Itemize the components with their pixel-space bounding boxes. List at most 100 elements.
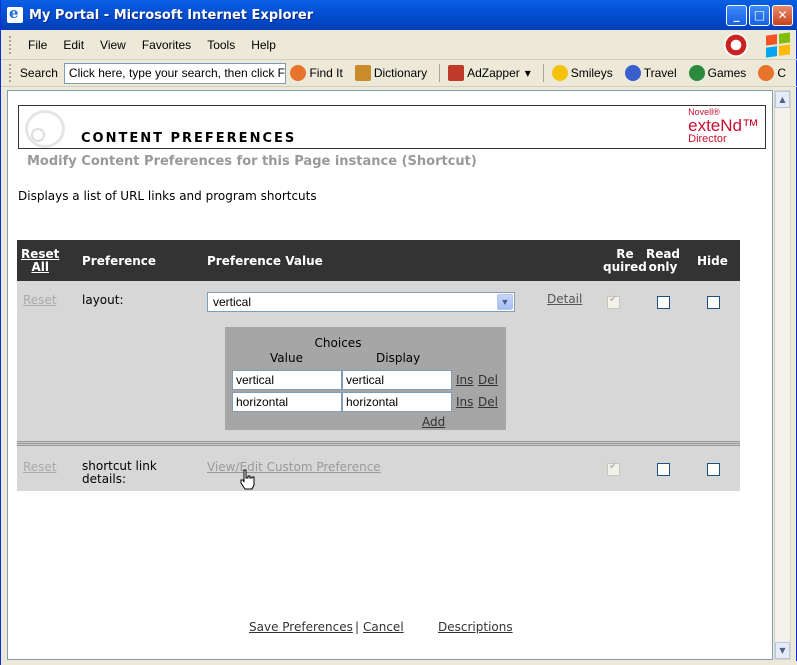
- read-only-checkbox[interactable]: [657, 463, 670, 476]
- chevron-down-icon[interactable]: ▼: [497, 294, 513, 310]
- dictionary-icon: [354, 65, 371, 81]
- save-preferences-link[interactable]: Save Preferences: [249, 620, 353, 634]
- add-choice-link[interactable]: Add: [422, 415, 445, 429]
- adzapper-button[interactable]: AdZapper ▾: [448, 65, 531, 81]
- menu-bar: File Edit View Favorites Tools Help: [1, 30, 797, 60]
- games-label: Games: [707, 66, 747, 80]
- maximize-button[interactable]: □: [749, 4, 770, 26]
- window-title: My Portal - Microsoft Internet Explorer: [29, 7, 314, 23]
- delete-link[interactable]: Del: [478, 373, 498, 387]
- preference-name: shortcut link details:: [82, 460, 157, 486]
- layout-select[interactable]: vertical ▼: [207, 292, 515, 312]
- gear-small-icon: [31, 128, 45, 142]
- page-subtitle: Modify Content Preferences for this Page…: [27, 154, 477, 169]
- toolbar-grip[interactable]: [9, 64, 12, 82]
- cursor-toolbar-button[interactable]: C: [758, 65, 786, 81]
- required-checkbox: [607, 461, 620, 476]
- gear-icon: [25, 110, 65, 148]
- choice-display-input[interactable]: horizontal: [342, 392, 452, 412]
- header-read-only-line2: only: [648, 260, 678, 274]
- reset-link[interactable]: Reset: [23, 460, 57, 474]
- games-button[interactable]: Games: [688, 65, 747, 81]
- choices-display-header: Display: [376, 351, 421, 365]
- choices-value-header: Value: [270, 351, 303, 365]
- page-description: Displays a list of URL links and program…: [18, 189, 317, 203]
- header-preference-value: Preference Value: [207, 254, 323, 268]
- search-toolbar: Search Click here, type your search, the…: [1, 60, 797, 87]
- reset-all-line2: All: [31, 260, 49, 274]
- close-button[interactable]: ✕: [772, 4, 793, 26]
- content-preferences-banner: CONTENT PREFERENCES Novell® exteNd™ Dire…: [18, 105, 766, 149]
- banner-title: CONTENT PREFERENCES: [81, 131, 297, 146]
- menu-file[interactable]: File: [20, 38, 55, 52]
- insert-link[interactable]: Ins: [456, 373, 473, 387]
- adzapper-icon: [448, 65, 465, 81]
- descriptions-link[interactable]: Descriptions: [438, 620, 513, 634]
- reset-link[interactable]: Reset: [23, 293, 57, 307]
- menu-edit[interactable]: Edit: [55, 38, 92, 52]
- adzapper-label: AdZapper: [467, 66, 520, 80]
- choice-value-input[interactable]: horizontal: [232, 392, 342, 412]
- smileys-label: Smileys: [570, 66, 613, 80]
- delete-link[interactable]: Del: [478, 395, 498, 409]
- scroll-down-icon[interactable]: ▼: [775, 642, 790, 659]
- windows-logo-icon: [766, 31, 790, 58]
- pdf-icon[interactable]: [724, 32, 748, 57]
- vertical-scrollbar[interactable]: ▲ ▼: [774, 90, 791, 660]
- preference-name: layout:: [82, 293, 124, 307]
- header-read-only: Read only: [645, 248, 681, 274]
- header-hide: Hide: [697, 254, 728, 268]
- choice-value-input[interactable]: vertical: [232, 370, 342, 390]
- logo-line2: exteNd™: [688, 116, 759, 135]
- novell-logo: Novell® exteNd™ Director: [688, 108, 759, 145]
- choices-title: Choices: [314, 336, 362, 350]
- reset-all-link[interactable]: Reset All: [21, 248, 59, 274]
- logo-line3: Director: [688, 133, 727, 145]
- browser-window: My Portal - Microsoft Internet Explorer …: [0, 0, 797, 665]
- hide-checkbox[interactable]: [707, 463, 720, 476]
- footer-separator: |: [355, 620, 360, 634]
- find-it-button[interactable]: Find It: [290, 65, 343, 81]
- smileys-button[interactable]: Smileys: [551, 65, 613, 81]
- ie-icon: [7, 4, 23, 23]
- table-row: Reset layout: vertical ▼ Detail Choices …: [17, 281, 740, 441]
- travel-label: Travel: [643, 66, 677, 80]
- menu-view[interactable]: View: [92, 38, 134, 52]
- menu-help[interactable]: Help: [243, 38, 284, 52]
- smiley-icon: [551, 65, 568, 81]
- insert-link[interactable]: Ins: [456, 395, 473, 409]
- detail-link[interactable]: Detail: [547, 292, 582, 306]
- cursor-toolbar-icon: [758, 65, 775, 81]
- choice-display-input[interactable]: vertical: [342, 370, 452, 390]
- preferences-table: Reset All Preference Preference Value Re…: [17, 240, 740, 491]
- toolbar-grip[interactable]: [9, 35, 12, 54]
- dictionary-label: Dictionary: [373, 66, 428, 80]
- toolbar-separator: [439, 64, 441, 82]
- menu-favorites[interactable]: Favorites: [134, 38, 199, 52]
- header-required: Re quired: [603, 248, 647, 274]
- travel-button[interactable]: Travel: [624, 65, 677, 81]
- view-edit-custom-preference-link[interactable]: View/Edit Custom Preference: [207, 460, 381, 474]
- preference-name-line2: details:: [82, 472, 127, 486]
- cursor-toolbar-label: C: [777, 66, 786, 80]
- search-input[interactable]: Click here, type your search, then click…: [63, 62, 287, 84]
- status-bar: [1, 661, 797, 665]
- page-content: CONTENT PREFERENCES Novell® exteNd™ Dire…: [7, 90, 773, 660]
- header-preference: Preference: [82, 254, 157, 268]
- hide-checkbox[interactable]: [707, 296, 720, 309]
- minimize-button[interactable]: _: [726, 4, 747, 26]
- required-checkbox: [607, 294, 620, 309]
- chevron-down-icon[interactable]: ▾: [525, 66, 531, 80]
- read-only-checkbox[interactable]: [657, 296, 670, 309]
- table-header: Reset All Preference Preference Value Re…: [17, 240, 740, 281]
- cancel-link[interactable]: Cancel: [363, 620, 404, 634]
- hand-cursor-icon: [240, 469, 255, 490]
- menu-tools[interactable]: Tools: [199, 38, 243, 52]
- layout-select-value: vertical: [213, 295, 252, 309]
- toolbar-separator: [542, 64, 544, 82]
- find-it-icon: [290, 65, 307, 81]
- dictionary-button[interactable]: Dictionary: [354, 65, 428, 81]
- choices-panel: Choices Value Display vertical vertical …: [225, 327, 506, 430]
- scroll-up-icon[interactable]: ▲: [775, 91, 790, 108]
- header-required-line2: quired: [603, 260, 647, 274]
